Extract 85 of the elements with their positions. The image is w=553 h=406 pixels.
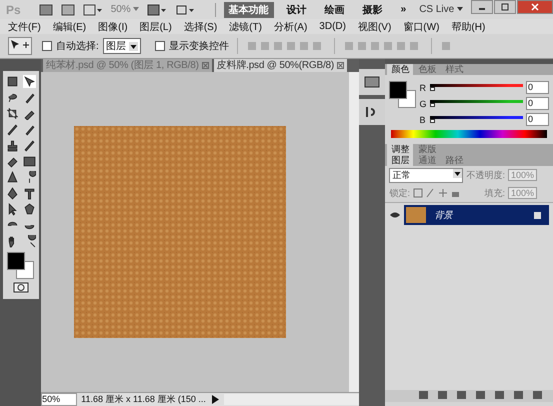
menu-item[interactable]: 选择(S) [184, 20, 218, 34]
crop-icon[interactable] [6, 107, 20, 120]
channel-value-field[interactable]: 0 [526, 97, 549, 110]
screen-mode-icon[interactable] [175, 4, 196, 16]
color-swatches[interactable] [389, 81, 416, 107]
lasso-icon[interactable] [6, 91, 20, 104]
workspace-button[interactable]: 绘画 [320, 2, 350, 18]
close-icon[interactable] [337, 62, 344, 69]
type-icon[interactable] [23, 187, 36, 200]
color-slider[interactable] [430, 82, 523, 92]
more-workspaces-button[interactable]: » [396, 3, 412, 16]
channel-label: R [419, 82, 427, 92]
panel-tab[interactable]: 颜色 [387, 64, 414, 75]
menu-item[interactable]: 图像(I) [98, 20, 128, 34]
lock-label: 锁定: [389, 186, 410, 200]
color-swatches[interactable] [7, 252, 36, 278]
caret-icon [457, 7, 463, 12]
checkbox[interactable] [42, 41, 52, 51]
panel-tab[interactable]: 图层 [387, 155, 414, 166]
view-extras-icon[interactable] [82, 4, 103, 16]
caret-icon [128, 42, 138, 50]
minimize-button[interactable] [471, 0, 493, 14]
menu-item[interactable]: 3D(D) [319, 21, 346, 32]
panel-tab[interactable]: 调整 [387, 144, 414, 155]
brush-icon[interactable] [23, 91, 36, 104]
show-transform-label: 显示变换控件 [168, 40, 229, 53]
arrange-documents-icon[interactable] [147, 4, 168, 16]
eye-icon[interactable] [389, 211, 402, 219]
brush-icon[interactable] [23, 139, 36, 152]
layer-actions-icon[interactable] [385, 390, 553, 402]
vertical-scrollbar[interactable] [348, 72, 359, 392]
move-icon[interactable] [23, 75, 36, 88]
layer-thumbnail [406, 207, 426, 223]
opacity-label: 不透明度: [466, 168, 505, 182]
caret-icon [453, 168, 462, 178]
auto-select-label: 自动选择: [56, 40, 99, 53]
marquee-icon[interactable] [6, 75, 20, 88]
layer-name: 背景 [434, 208, 454, 222]
history-icon[interactable] [359, 69, 386, 95]
checkbox[interactable] [154, 41, 165, 51]
maximize-button[interactable] [494, 0, 516, 14]
play-icon[interactable] [210, 394, 220, 405]
close-button[interactable] [517, 0, 553, 14]
workspace-button[interactable]: 设计 [282, 2, 312, 18]
blend-mode-dropdown[interactable]: 正常 [389, 168, 464, 182]
menu-item[interactable]: 视图(V) [358, 20, 392, 34]
lock-options-icon[interactable] [412, 188, 461, 198]
channel-value-field[interactable]: 0 [526, 81, 549, 94]
stamp-icon[interactable] [6, 139, 20, 152]
menu-item[interactable]: 帮助(H) [451, 20, 486, 34]
auto-select-dropdown[interactable]: 图层 [102, 38, 141, 54]
gradient-icon[interactable] [23, 155, 36, 168]
brush-icon[interactable] [6, 123, 20, 136]
tool-preset-picker[interactable] [8, 37, 32, 55]
quick-mask-icon[interactable] [13, 282, 30, 293]
brush-icon[interactable] [23, 123, 36, 136]
app-logo: Ps [6, 2, 21, 16]
maximize-icon [501, 3, 509, 11]
menu-item[interactable]: 分析(A) [274, 20, 308, 34]
menu-item[interactable]: 窗口(W) [403, 20, 440, 34]
menu-item[interactable]: 图层(L) [140, 20, 172, 34]
channel-label: G [419, 98, 428, 108]
cs-live-button[interactable]: CS Live [419, 4, 463, 15]
menu-item[interactable]: 编辑(E) [52, 20, 86, 34]
document-info: 11.68 厘米 x 11.68 厘米 (150 ... [81, 393, 206, 406]
menu-item[interactable]: 滤镜(T) [229, 20, 262, 34]
workspace-button[interactable]: 摄影 [358, 2, 388, 18]
caret-icon [133, 7, 140, 12]
zoom-field[interactable]: 50% [41, 393, 78, 406]
bridge-icon[interactable] [38, 4, 53, 16]
channel-value-field[interactable]: 0 [526, 113, 549, 126]
mini-bridge-icon[interactable] [60, 4, 75, 16]
layer-row[interactable]: 背景 [404, 205, 549, 225]
menu-item[interactable]: 文件(F) [8, 20, 41, 34]
color-slider[interactable] [430, 98, 523, 108]
color-ramp[interactable] [391, 130, 547, 138]
close-icon [531, 3, 539, 11]
actions-icon[interactable] [359, 99, 386, 125]
channel-label: B [419, 114, 426, 124]
workspace-button[interactable]: 基本功能 [224, 2, 274, 18]
arrow-icon[interactable] [6, 203, 20, 216]
fill-label: 填充: [484, 186, 505, 200]
shape-icon[interactable] [23, 203, 36, 216]
horizontal-scrollbar[interactable] [224, 394, 359, 405]
color-slider[interactable] [430, 114, 523, 124]
